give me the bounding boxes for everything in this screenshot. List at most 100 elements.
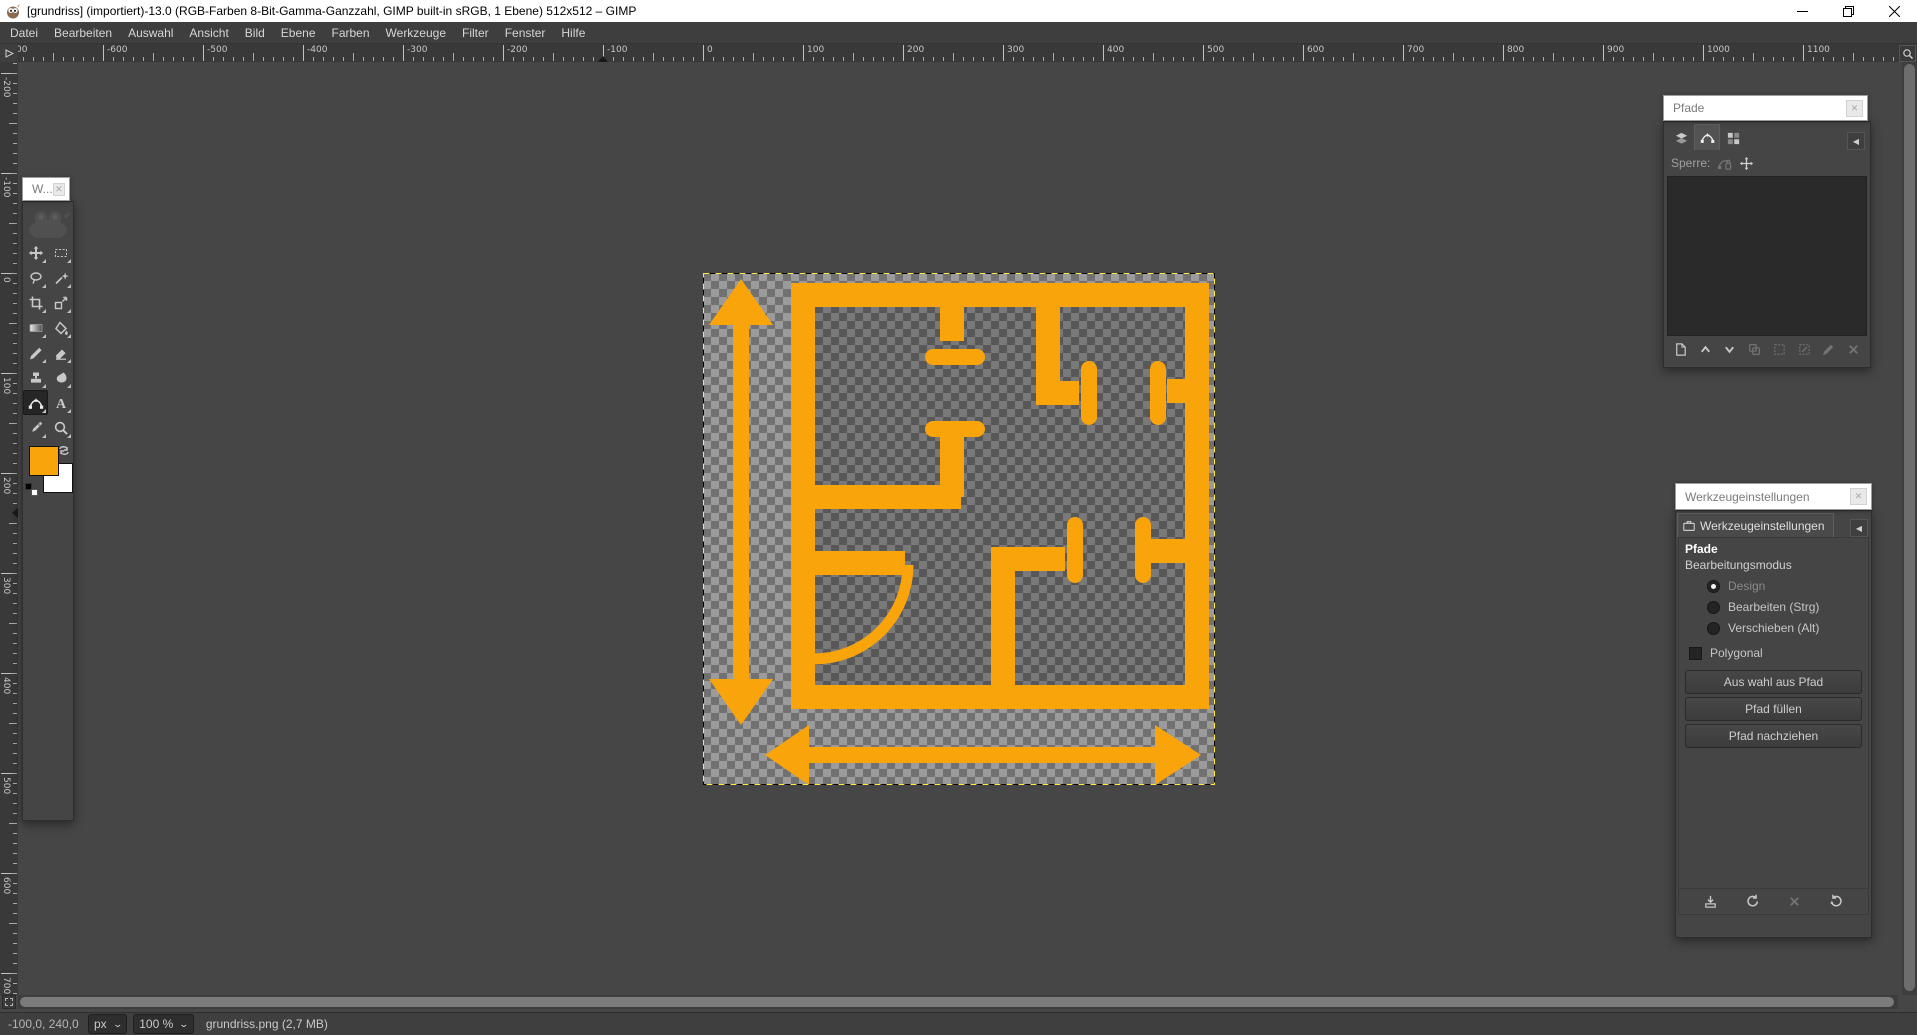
toolbox-close-icon[interactable]: ✕ [53,183,65,196]
menu-ansicht[interactable]: Ansicht [181,22,236,44]
paths-list[interactable] [1667,176,1867,336]
title-bar: [grundriss] (importiert)-13.0 (RGB-Farbe… [0,0,1917,22]
vruler-label: -100 [1,173,11,197]
tool-rectangle-select[interactable] [48,240,73,265]
hruler-label: -400 [303,45,327,61]
vruler-label: 100 [1,373,11,394]
edit-mode-radiogroup: DesignBearbeiten (Strg)Verschieben (Alt) [1685,579,1862,635]
radio-verschieben-alt-[interactable] [1707,622,1720,635]
radio-design[interactable] [1707,580,1720,593]
menu-hilfe[interactable]: Hilfe [553,22,593,44]
new-path-icon[interactable] [1673,342,1688,357]
tab-menu-icon[interactable]: ◀ [1850,519,1868,537]
tool-eraser[interactable] [48,340,73,365]
tab-menu-icon[interactable]: ◀ [1847,132,1865,150]
window-controls [1779,0,1917,22]
tool-free-select[interactable] [23,265,48,290]
gimp-window: [grundriss] (importiert)-13.0 (RGB-Farbe… [0,0,1917,1035]
save-options-icon[interactable] [1703,894,1718,909]
foreground-color-swatch[interactable] [29,446,59,476]
swap-colors-icon[interactable] [57,444,71,463]
canvas[interactable] [703,273,1215,785]
duplicate-path-icon[interactable] [1747,342,1762,357]
tool-bucket-fill[interactable] [48,315,73,340]
dialog-tab-paths[interactable] [1694,124,1720,150]
tool-paths[interactable] [23,390,48,415]
close-button[interactable] [1871,0,1917,22]
tool-gradient[interactable] [23,315,48,340]
horizontal-scrollbar[interactable] [18,995,1898,1009]
raise-path-icon[interactable] [1698,342,1713,357]
default-colors-icon[interactable] [25,483,38,496]
paths-window-titlebar[interactable]: Pfade ✕ [1663,95,1868,121]
menu-farben[interactable]: Farben [324,22,378,44]
tool-options-window-titlebar[interactable]: Werkzeugeinstellungen ✕ [1675,483,1872,510]
selection-to-path-icon[interactable] [1797,342,1812,357]
path-to-selection-icon[interactable] [1772,342,1787,357]
delete-path-icon[interactable] [1846,342,1861,357]
tool-crop[interactable] [23,290,48,315]
unit-select[interactable]: px ⌄ [88,1014,127,1034]
menu-bearbeiten[interactable]: Bearbeiten [46,22,120,44]
restore-button[interactable] [1825,0,1871,22]
tool-options-body: Pfade Bearbeitungsmodus DesignBearbeiten… [1678,537,1869,915]
stroke-path-button[interactable]: Pfad nachziehen [1685,724,1862,748]
tool-paintbrush[interactable] [23,340,48,365]
ruler-pointer-marker-y [12,508,18,518]
selection-from-path-button[interactable]: Aus wahl aus Pfad [1685,670,1862,694]
lock-path-strokes-icon[interactable] [1717,156,1732,171]
lower-path-icon[interactable] [1722,342,1737,357]
radio-row-0: Design [1707,579,1862,593]
stroke-path-icon[interactable] [1821,342,1836,357]
vruler-label: 0 [1,273,11,283]
color-swatch-area [23,444,73,496]
menu-filter[interactable]: Filter [454,22,497,44]
tool-zoom[interactable] [48,415,73,440]
dialog-tab-channels[interactable] [1720,126,1746,150]
hruler-label: 800 [1503,45,1524,61]
paths-close-icon[interactable]: ✕ [1846,100,1863,117]
file-status: grundriss.png (2,7 MB) [206,1017,328,1031]
polygonal-checkbox[interactable] [1689,647,1702,660]
menu-auswahl[interactable]: Auswahl [120,22,181,44]
menu-ebene[interactable]: Ebene [273,22,324,44]
menu-bild[interactable]: Bild [237,22,273,44]
hruler-label: 900 [1603,45,1624,61]
paths-footer-buttons [1667,336,1867,362]
zoom-select[interactable]: 100 % ⌄ [133,1014,194,1034]
active-tool-name: Pfade [1685,542,1862,556]
tool-smudge[interactable] [48,365,73,390]
tool-options-close-icon[interactable]: ✕ [1850,488,1867,505]
fill-path-button[interactable]: Pfad füllen [1685,697,1862,721]
tool-transform[interactable] [48,290,73,315]
tool-clone[interactable] [23,365,48,390]
minimize-button[interactable] [1779,0,1825,22]
revert-options-icon[interactable] [1745,894,1760,909]
delete-options-icon[interactable] [1787,894,1802,909]
zoom-follow-window-button[interactable] [1899,45,1916,62]
tool-move[interactable] [23,240,48,265]
vertical-scrollbar[interactable] [1902,62,1917,995]
hruler-label: 700 [1403,45,1424,61]
tab-tool-options-label: Werkzeugeinstellungen [1700,519,1825,533]
lock-position-icon[interactable] [1739,156,1754,171]
tool-fuzzy-select[interactable] [48,265,73,290]
tab-tool-options[interactable]: Werkzeugeinstellungen [1677,513,1834,537]
menu-datei[interactable]: Datei [2,22,46,44]
radio-bearbeiten-strg-[interactable] [1707,601,1720,614]
menu-fenster[interactable]: Fenster [497,22,554,44]
dialog-tab-layers[interactable] [1668,126,1694,150]
radio-row-1: Bearbeiten (Strg) [1707,600,1862,614]
vruler-label: -200 [1,73,11,97]
tool-color-picker[interactable] [23,415,48,440]
reset-options-icon[interactable] [1829,894,1844,909]
horizontal-ruler[interactable]: -700-600-500-400-300-200-100010020030040… [0,44,1917,62]
radio-label: Design [1728,579,1765,593]
vertical-ruler[interactable]: -200-1000100200300400500600700 [0,62,18,995]
tool-text[interactable]: A [48,390,73,415]
toolbox-window-titlebar[interactable]: W... ✕ [22,177,70,201]
window-title: [grundriss] (importiert)-13.0 (RGB-Farbe… [27,4,636,18]
menu-werkzeuge[interactable]: Werkzeuge [378,22,454,44]
hruler-label: 100 [803,45,824,61]
quickmask-toggle[interactable] [2,995,16,1009]
